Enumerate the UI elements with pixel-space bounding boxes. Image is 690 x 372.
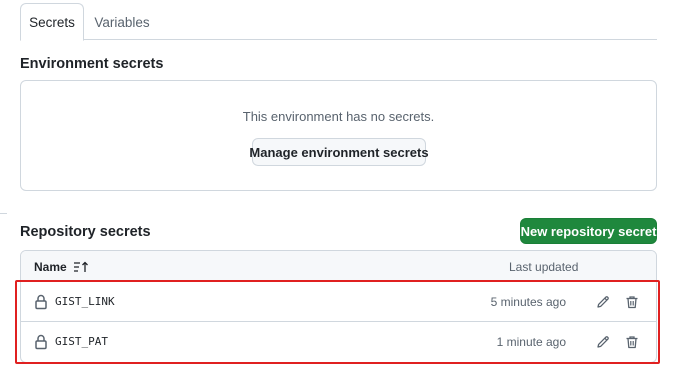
delete-secret-button[interactable] [622,332,642,352]
repository-secrets-table: Name Last updated GIST_LINK 5 minutes ag… [20,250,657,363]
last-updated-column-header: Last updated [509,260,579,274]
name-column-sort[interactable]: Name [34,260,89,274]
lock-icon [34,294,48,310]
edit-secret-button[interactable] [593,292,613,312]
new-repository-secret-button[interactable]: New repository secret [520,218,657,244]
secret-updated: 1 minute ago [496,335,566,349]
pencil-icon [596,335,610,349]
tab-secrets[interactable]: Secrets [20,3,84,41]
manage-environment-secrets-button[interactable]: Manage environment secrets [249,138,429,166]
table-row: GIST_LINK 5 minutes ago [21,282,656,322]
sort-ascending-icon[interactable] [73,261,89,273]
trash-icon [625,335,639,349]
secret-name: GIST_PAT [55,335,108,348]
secret-name: GIST_LINK [55,295,115,308]
table-row: GIST_PAT 1 minute ago [21,322,656,362]
table-header: Name Last updated [21,251,656,282]
divider [0,213,7,214]
edit-secret-button[interactable] [593,332,613,352]
environment-secrets-heading: Environment secrets [20,56,164,72]
delete-secret-button[interactable] [622,292,642,312]
repository-secrets-heading: Repository secrets [20,224,151,240]
empty-message: This environment has no secrets. [242,109,435,124]
name-column-header: Name [34,260,67,274]
pencil-icon [596,295,610,309]
environment-secrets-panel: This environment has no secrets. Manage … [20,80,657,191]
secret-updated: 5 minutes ago [490,295,566,309]
trash-icon [625,295,639,309]
tab-variables[interactable]: Variables [90,3,154,41]
lock-icon [34,334,48,350]
